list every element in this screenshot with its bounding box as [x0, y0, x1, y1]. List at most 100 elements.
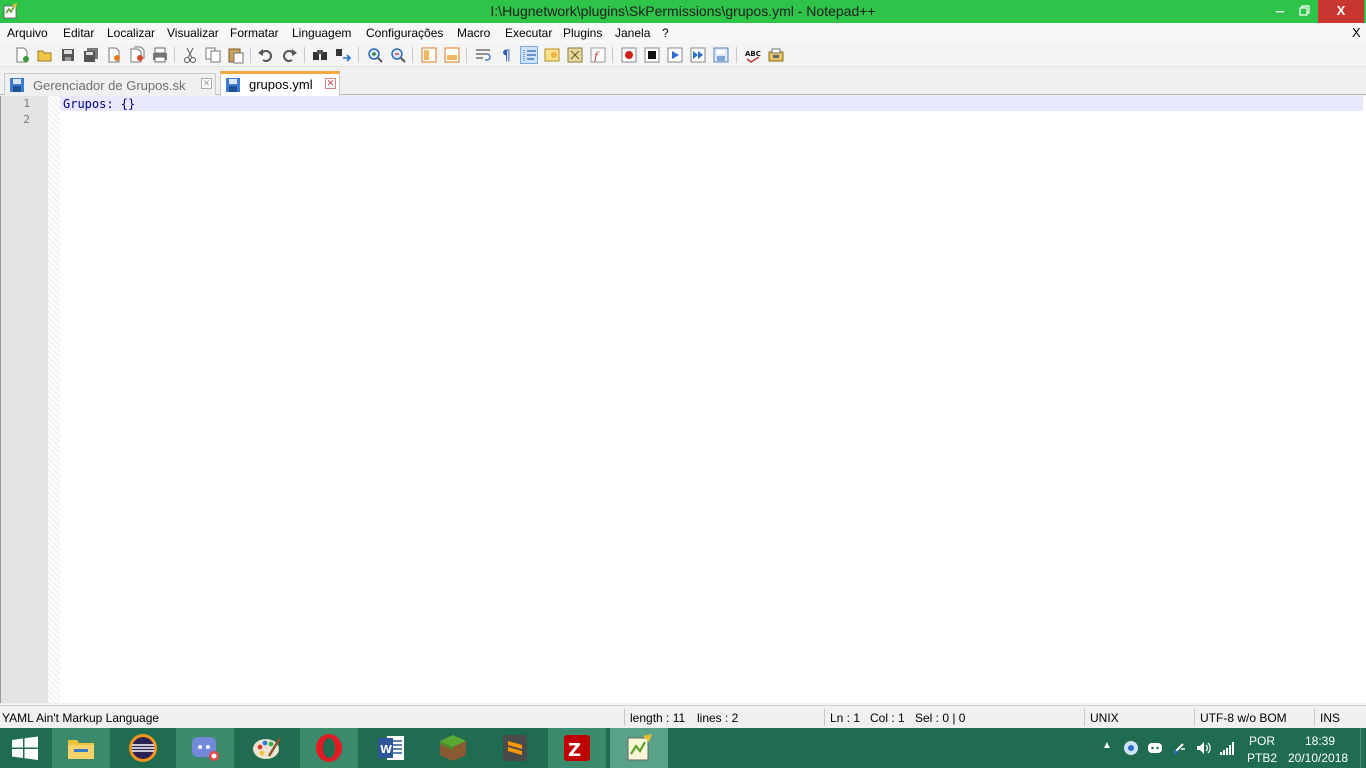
menu-configuracoes[interactable]: Configurações — [366, 26, 443, 40]
notepad-plus-plus-icon — [627, 734, 652, 761]
file-explorer-icon — [68, 740, 94, 759]
print-icon[interactable] — [151, 46, 169, 64]
input-language-top[interactable]: POR — [1249, 734, 1275, 748]
record-macro-icon[interactable] — [620, 46, 638, 64]
show-all-characters-icon[interactable]: ¶ — [497, 46, 515, 64]
start-button[interactable] — [0, 728, 50, 768]
taskbar-opera[interactable] — [300, 728, 358, 768]
cut-icon[interactable] — [181, 46, 199, 64]
close-icon[interactable] — [105, 46, 123, 64]
save-all-icon[interactable] — [82, 46, 100, 64]
taskbar-word[interactable]: W — [362, 728, 420, 768]
toolbar-separator — [358, 47, 359, 63]
toolbar: ¶ f ABC — [0, 43, 1366, 67]
sync-vertical-icon[interactable] — [420, 46, 438, 64]
save-macro-icon[interactable] — [712, 46, 730, 64]
status-separator — [1314, 709, 1315, 726]
menu-help[interactable]: ? — [662, 26, 669, 40]
svg-text:W: W — [380, 743, 392, 756]
saved-file-icon — [9, 77, 25, 93]
toolbar-separator — [466, 47, 467, 63]
user-defined-language-icon[interactable] — [543, 46, 561, 64]
tab-label: Gerenciador de Grupos.sk — [33, 78, 186, 93]
zoom-in-icon[interactable] — [366, 46, 384, 64]
input-language-bottom[interactable]: PTB2 — [1247, 751, 1277, 765]
taskbar-file-explorer[interactable] — [52, 728, 110, 768]
svg-text:Z: Z — [568, 740, 581, 761]
taskbar-notepad-plus-plus[interactable] — [610, 728, 668, 768]
redo-icon[interactable] — [280, 46, 298, 64]
spell-check-icon[interactable]: ABC — [744, 46, 762, 64]
document-map-icon[interactable] — [566, 46, 584, 64]
taskbar-eclipse[interactable] — [114, 728, 172, 768]
sync-horizontal-icon[interactable] — [443, 46, 461, 64]
menu-arquivo[interactable]: Arquivo — [7, 26, 48, 40]
status-language: YAML Ain't Markup Language — [2, 711, 160, 725]
volume-icon[interactable] — [1195, 740, 1211, 756]
status-encoding: UTF-8 w/o BOM — [1200, 711, 1287, 725]
code-line[interactable]: Grupos: {} — [63, 97, 135, 111]
clock-time[interactable]: 18:39 — [1305, 734, 1335, 748]
title-bar: I:\Hugnetwork\plugins\SkPermissions\grup… — [0, 0, 1366, 23]
close-window-button[interactable]: X — [1318, 0, 1364, 23]
tab-close-icon[interactable]: ✕ — [325, 78, 336, 89]
menu-editar[interactable]: Editar — [63, 26, 94, 40]
paste-icon[interactable] — [227, 46, 245, 64]
restore-button[interactable] — [1290, 0, 1318, 23]
play-macro-icon[interactable] — [666, 46, 684, 64]
copy-icon[interactable] — [204, 46, 222, 64]
line-number-gutter: 1 2 — [0, 96, 48, 703]
power-icon[interactable] — [1171, 740, 1187, 756]
status-sel: Sel : 0 | 0 — [915, 711, 966, 725]
run-macro-multiple-icon[interactable] — [689, 46, 707, 64]
show-hidden-icons-icon[interactable]: ▲ — [1102, 740, 1112, 751]
network-share-icon[interactable] — [1123, 740, 1139, 756]
menu-macro[interactable]: Macro — [457, 26, 490, 40]
menu-visualizar[interactable]: Visualizar — [167, 26, 219, 40]
open-file-icon[interactable] — [36, 46, 54, 64]
zoom-out-icon[interactable] — [389, 46, 407, 64]
tab-gerenciador-de-grupos[interactable]: Gerenciador de Grupos.sk ✕ — [4, 73, 216, 95]
taskbar-filezilla[interactable]: Z — [548, 728, 606, 768]
fold-margin[interactable] — [48, 96, 60, 703]
menu-janela[interactable]: Janela — [615, 26, 650, 40]
word-icon: W — [378, 736, 404, 760]
menu-formatar[interactable]: Formatar — [230, 26, 279, 40]
status-lines: lines : 2 — [697, 711, 739, 725]
menu-executar[interactable]: Executar — [505, 26, 552, 40]
taskbar-discord[interactable] — [176, 728, 234, 768]
taskbar-sublime-text[interactable] — [486, 728, 544, 768]
window-title: I:\Hugnetwork\plugins\SkPermissions\grup… — [490, 3, 876, 19]
menu-plugins[interactable]: Plugins — [563, 26, 602, 40]
status-col: Col : 1 — [870, 711, 905, 725]
opera-icon — [316, 734, 342, 762]
close-document-button[interactable]: X — [1352, 25, 1361, 40]
menu-linguagem[interactable]: Linguagem — [292, 26, 351, 40]
plugin-icon[interactable] — [767, 46, 785, 64]
wifi-signal-icon[interactable] — [1219, 740, 1235, 756]
indent-guide-icon[interactable] — [520, 46, 538, 64]
discord-tray-icon[interactable] — [1147, 740, 1163, 756]
editor-area[interactable]: 1 2 Grupos: {} — [0, 96, 1366, 703]
find-icon[interactable] — [311, 46, 329, 64]
taskbar-minecraft[interactable] — [424, 728, 482, 768]
tab-close-icon[interactable]: ✕ — [201, 78, 212, 89]
word-wrap-icon[interactable] — [474, 46, 492, 64]
replace-icon[interactable] — [334, 46, 352, 64]
menu-bar: Arquivo Editar Localizar Visualizar Form… — [0, 23, 1366, 43]
menu-localizar[interactable]: Localizar — [107, 26, 155, 40]
taskbar-paint[interactable] — [238, 728, 296, 768]
tab-grupos-yml[interactable]: grupos.yml ✕ — [220, 71, 340, 96]
stop-recording-icon[interactable] — [643, 46, 661, 64]
status-ln: Ln : 1 — [830, 711, 861, 725]
undo-icon[interactable] — [257, 46, 275, 64]
function-list-icon[interactable]: f — [589, 46, 607, 64]
new-file-icon[interactable] — [13, 46, 31, 64]
show-desktop-button[interactable] — [1360, 728, 1366, 768]
close-all-icon[interactable] — [128, 46, 146, 64]
status-separator — [624, 709, 625, 726]
minecraft-icon — [440, 735, 466, 761]
clock-date[interactable]: 20/10/2018 — [1288, 751, 1348, 765]
save-icon[interactable] — [59, 46, 77, 64]
status-insert-mode: INS — [1320, 711, 1341, 725]
